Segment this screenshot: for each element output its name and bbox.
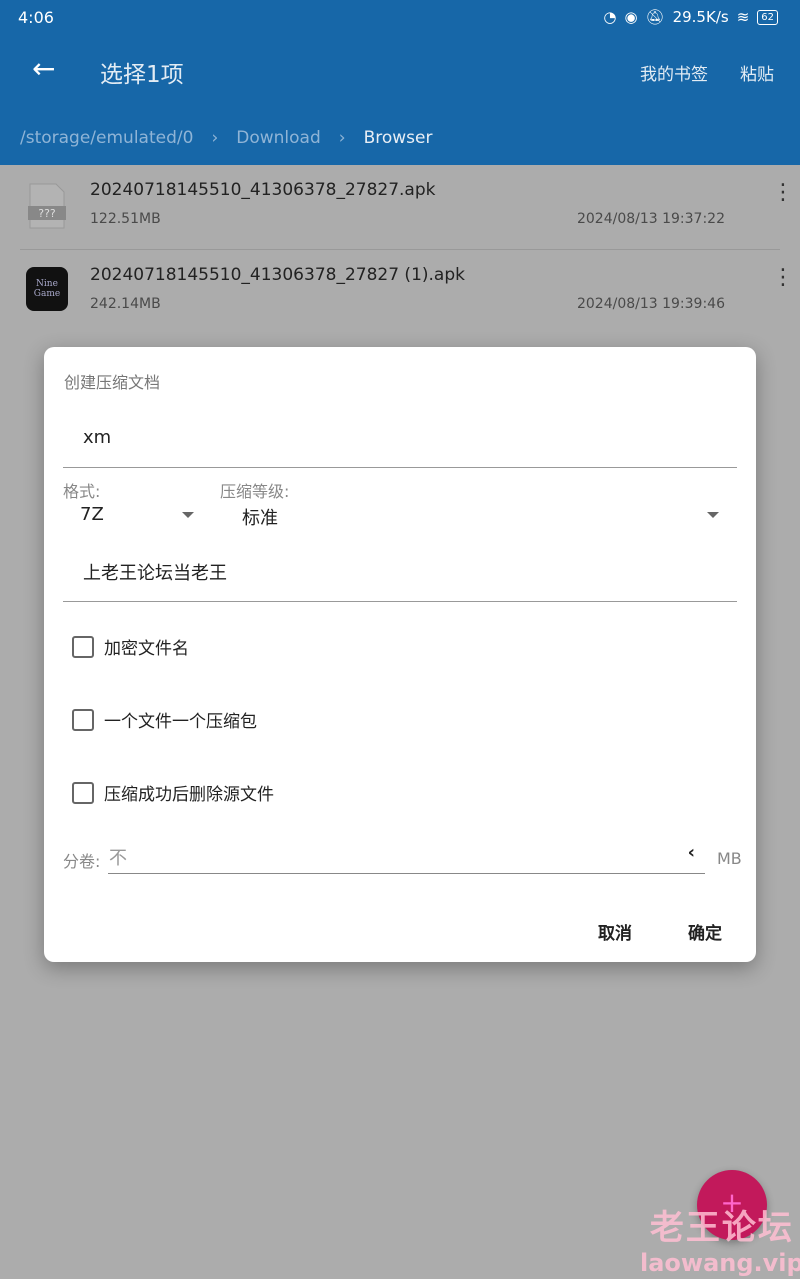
bookmarks-button[interactable]: 我的书签	[640, 60, 708, 85]
more-vert-icon[interactable]: ⋮	[772, 182, 794, 204]
cancel-button[interactable]: 取消	[598, 919, 632, 944]
dialog-title: 创建压缩文档	[64, 373, 161, 392]
checkbox-icon	[72, 635, 94, 658]
clock: 4:06	[18, 7, 54, 27]
svg-text:???: ???	[38, 207, 56, 220]
split-label: 分卷:	[63, 852, 101, 871]
more-vert-icon[interactable]: ⋮	[772, 267, 794, 289]
crumb-download[interactable]: Download	[236, 128, 321, 148]
mute-icon: 🔕︎	[645, 8, 665, 26]
speed-icon: ◔	[603, 8, 617, 26]
paste-button[interactable]: 粘贴	[740, 60, 774, 85]
ok-button[interactable]: 确定	[688, 919, 722, 944]
battery-icon: 62	[757, 9, 778, 25]
one-archive-per-file-checkbox[interactable]: 一个文件一个压缩包	[72, 707, 257, 732]
wifi-icon: ≋	[736, 8, 750, 26]
filename-input[interactable]: xm	[63, 417, 737, 468]
watermark: 老王论坛 laowang.vip	[640, 1208, 800, 1277]
breadcrumb: /storage/emulated/0 › Download › Browser	[20, 128, 432, 148]
checkbox-icon	[72, 781, 94, 804]
file-name: 20240718145510_41306378_27827.apk	[90, 180, 436, 200]
file-row[interactable]: ??? 20240718145510_41306378_27827.apk 12…	[0, 166, 800, 250]
crumb-root[interactable]: /storage/emulated/0	[20, 128, 193, 148]
encrypt-filename-checkbox[interactable]: 加密文件名	[72, 634, 189, 659]
password-input[interactable]: 上老王论坛当老王	[63, 547, 737, 602]
file-size: 122.51MB	[90, 211, 161, 227]
chevron-left-icon[interactable]: ‹	[688, 842, 695, 863]
split-unit: MB	[717, 849, 742, 868]
app-bar: 4:06 ◔ ◉ 🔕︎ 29.5K/s ≋ 62 ← 选择1项 我的书签 粘贴 …	[0, 0, 800, 165]
back-arrow-icon[interactable]: ←	[32, 52, 55, 85]
chevron-right-icon: ›	[211, 128, 219, 148]
divider	[20, 249, 780, 250]
chevron-right-icon: ›	[338, 128, 346, 148]
split-size-input[interactable]: 不 ‹	[108, 842, 705, 874]
level-label: 压缩等级:	[220, 482, 290, 501]
checkbox-icon	[72, 708, 94, 731]
unknown-file-icon: ???	[26, 182, 68, 230]
file-date: 2024/08/13 19:39:46	[576, 296, 725, 312]
net-speed: 29.5K/s	[672, 8, 729, 26]
status-bar: 4:06 ◔ ◉ 🔕︎ 29.5K/s ≋ 62	[18, 6, 778, 28]
eye-icon: ◉	[624, 8, 638, 26]
delete-source-checkbox[interactable]: 压缩成功后删除源文件	[72, 780, 274, 805]
crumb-browser[interactable]: Browser	[364, 128, 433, 148]
dropdown-arrow-icon	[707, 512, 719, 518]
dropdown-arrow-icon	[182, 512, 194, 518]
file-name: 20240718145510_41306378_27827 (1).apk	[90, 265, 465, 285]
create-archive-dialog: 创建压缩文档 xm 格式: 压缩等级: 7Z 标准 上老王论坛当老王 加密文件名…	[44, 347, 756, 962]
file-size: 242.14MB	[90, 296, 161, 312]
ninegame-app-icon: Nine Game	[26, 267, 68, 311]
format-label: 格式:	[63, 482, 101, 501]
file-row[interactable]: Nine Game 20240718145510_41306378_27827 …	[0, 251, 800, 335]
page-title: 选择1项	[100, 62, 184, 88]
file-date: 2024/08/13 19:37:22	[576, 211, 725, 227]
